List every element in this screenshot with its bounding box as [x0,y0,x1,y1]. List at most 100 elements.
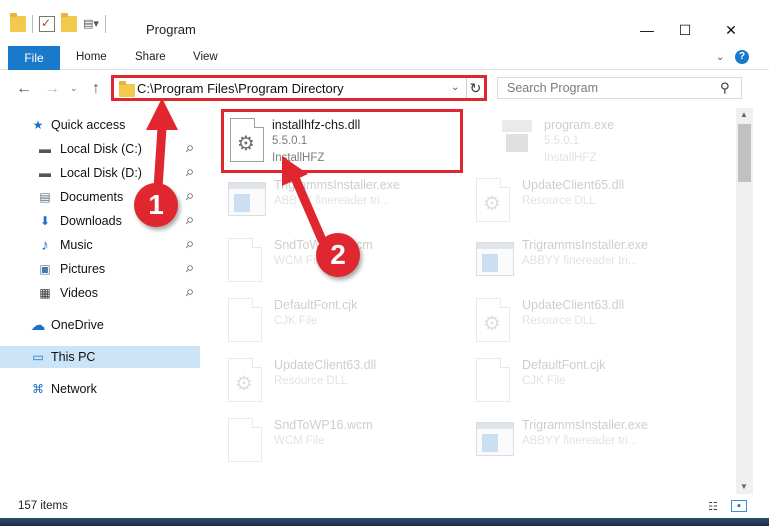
file-company: InstallHFZ [272,152,325,164]
help-icon[interactable]: ? [735,50,749,64]
item-count: 157 items [18,500,68,512]
file-type: CJK File [522,375,566,387]
sidebar-item-pictures[interactable]: ▣ Pictures ⚲ [0,258,200,280]
pin-icon[interactable]: ⚲ [182,215,195,228]
file-type: ABBYY finereader tri... [522,255,638,267]
sidebar-item-label: Music [60,238,93,252]
blank-file-icon [228,418,266,464]
sidebar-item-label: Network [51,382,97,396]
sidebar-item-this-pc[interactable]: ▭ This PC [0,346,200,368]
sidebar-item-label: Local Disk (C:) [60,142,142,156]
vertical-scrollbar[interactable]: ▲ ▼ [736,108,753,494]
tab-view[interactable]: View [193,51,218,63]
blank-file-icon [228,298,266,344]
up-button[interactable]: ↑ [92,80,100,98]
title-bar: ▤▾ Program — ☐ ✕ [0,0,769,44]
address-dropdown-icon[interactable]: ⌄ [451,82,459,93]
folder-icon[interactable] [10,13,26,32]
properties-icon[interactable] [39,16,55,32]
dll-gear-icon: ⚙ [476,298,514,344]
pin-icon[interactable]: ⚲ [182,263,195,276]
file-name: UpdateClient63.dll [522,298,625,312]
exe-icon [498,118,536,164]
file-tile[interactable]: TrigrammsInstaller.exe ABBYY finereader … [454,412,694,468]
file-type: CJK File [274,315,318,327]
new-folder-icon[interactable] [61,13,77,32]
sidebar-item-music[interactable]: ♪ Music ⚲ [0,234,200,256]
app-window-icon [476,418,514,464]
back-button[interactable]: ← [16,80,32,98]
file-name: TrigrammsInstaller.exe [522,418,648,432]
file-tile[interactable]: program.exe 5.5.0.1 InstallHFZ [476,112,716,168]
sidebar-item-videos[interactable]: ▦ Videos ⚲ [0,282,200,304]
pictures-icon: ▣ [39,262,51,276]
scroll-up-icon[interactable]: ▲ [740,110,748,119]
sidebar-item-local-disk-c[interactable]: ▬ Local Disk (C:) ⚲ [0,138,200,160]
address-bar[interactable]: C:\Program Files\Program Directory ⌄ ↻ [111,75,487,101]
file-version: 5.5.0.1 [544,135,580,147]
customize-toolbar-icon[interactable]: ▤▾ [83,16,99,32]
sidebar-item-network[interactable]: ⌘ Network [0,378,200,400]
details-view-icon[interactable]: ☷ [708,500,724,513]
folder-icon [119,81,135,97]
step-callout-1: 1 [134,183,178,227]
navigation-bar: ← → ⌄ ↑ C:\Program Files\Program Directo… [0,70,769,106]
maximize-button[interactable]: ☐ [662,16,708,44]
tab-share[interactable]: Share [135,51,166,63]
tab-home[interactable]: Home [76,51,107,63]
file-tile[interactable]: ⚙ installhfz-chs.dll 5.5.0.1 InstallHFZ [221,109,463,173]
pin-icon[interactable]: ⚲ [182,287,195,300]
tiles-view-icon[interactable]: ▪ [731,500,747,512]
file-tile[interactable]: DefaultFont.cjk CJK File [454,352,694,408]
refresh-button[interactable]: ↻ [466,78,484,98]
blank-file-icon [476,358,514,404]
sidebar-item-label: OneDrive [51,318,104,332]
desktop-background [0,518,769,526]
file-company: InstallHFZ [544,152,597,164]
sidebar-item-label: Documents [60,190,124,204]
file-tile[interactable]: TrigrammsInstaller.exe ABBYY finereader … [206,172,446,228]
pin-icon[interactable]: ⚲ [182,239,195,252]
file-name: DefaultFont.cjk [522,358,606,372]
scroll-down-icon[interactable]: ▼ [740,482,748,491]
forward-button[interactable]: → [44,80,60,98]
network-icon: ⌘ [32,382,44,396]
sidebar-item-label: Videos [60,286,98,300]
tab-file[interactable]: File [8,46,60,70]
file-name: UpdateClient63.dll [274,358,377,372]
scrollbar-thumb[interactable] [738,124,751,182]
expand-ribbon-icon[interactable]: ⌄ [716,52,724,63]
file-type: WCM File [274,435,325,447]
sidebar-item-onedrive[interactable]: ☁ OneDrive [0,314,200,336]
pin-icon[interactable]: ⚲ [182,167,195,180]
file-list: ⚙ installhfz-chs.dll 5.5.0.1 InstallHFZ … [206,108,736,494]
close-button[interactable]: ✕ [708,16,754,44]
file-tile[interactable]: SndToWP16.wcm WCM File [206,412,446,468]
music-icon: ♪ [41,236,49,254]
drive-icon: ▬ [39,166,51,180]
address-path[interactable]: C:\Program Files\Program Directory [137,81,344,96]
file-type: Resource DLL [522,315,596,327]
file-tile[interactable]: ⚙ UpdateClient65.dll Resource DLL [454,172,694,228]
sidebar-item-local-disk-d[interactable]: ▬ Local Disk (D:) ⚲ [0,162,200,184]
file-tile[interactable]: DefaultFont.cjk CJK File [206,292,446,348]
recent-locations-button[interactable]: ⌄ [70,83,78,94]
search-placeholder: Search Program [507,81,599,95]
toolbar-divider [105,15,106,33]
drive-icon: ▬ [39,142,51,156]
dll-gear-icon: ⚙ [228,358,266,404]
navigation-pane: ★ Quick access ▬ Local Disk (C:) ⚲ ▬ Loc… [0,110,200,494]
search-icon[interactable]: ⚲ [720,80,730,96]
pin-icon[interactable]: ⚲ [182,191,195,204]
search-input[interactable]: Search Program ⚲ [497,77,742,99]
file-type: ABBYY finereader tri... [274,195,390,207]
pin-icon[interactable]: ⚲ [182,143,195,156]
file-tile[interactable]: ⚙ UpdateClient63.dll Resource DLL [206,352,446,408]
file-type: Resource DLL [522,195,596,207]
quick-access-toolbar: ▤▾ [10,13,106,34]
file-tile[interactable]: TrigrammsInstaller.exe ABBYY finereader … [454,232,694,288]
blank-file-icon [228,238,266,284]
sidebar-item-quick-access[interactable]: ★ Quick access [0,114,200,136]
file-tile[interactable]: ⚙ UpdateClient63.dll Resource DLL [454,292,694,348]
file-name: program.exe [544,118,615,132]
